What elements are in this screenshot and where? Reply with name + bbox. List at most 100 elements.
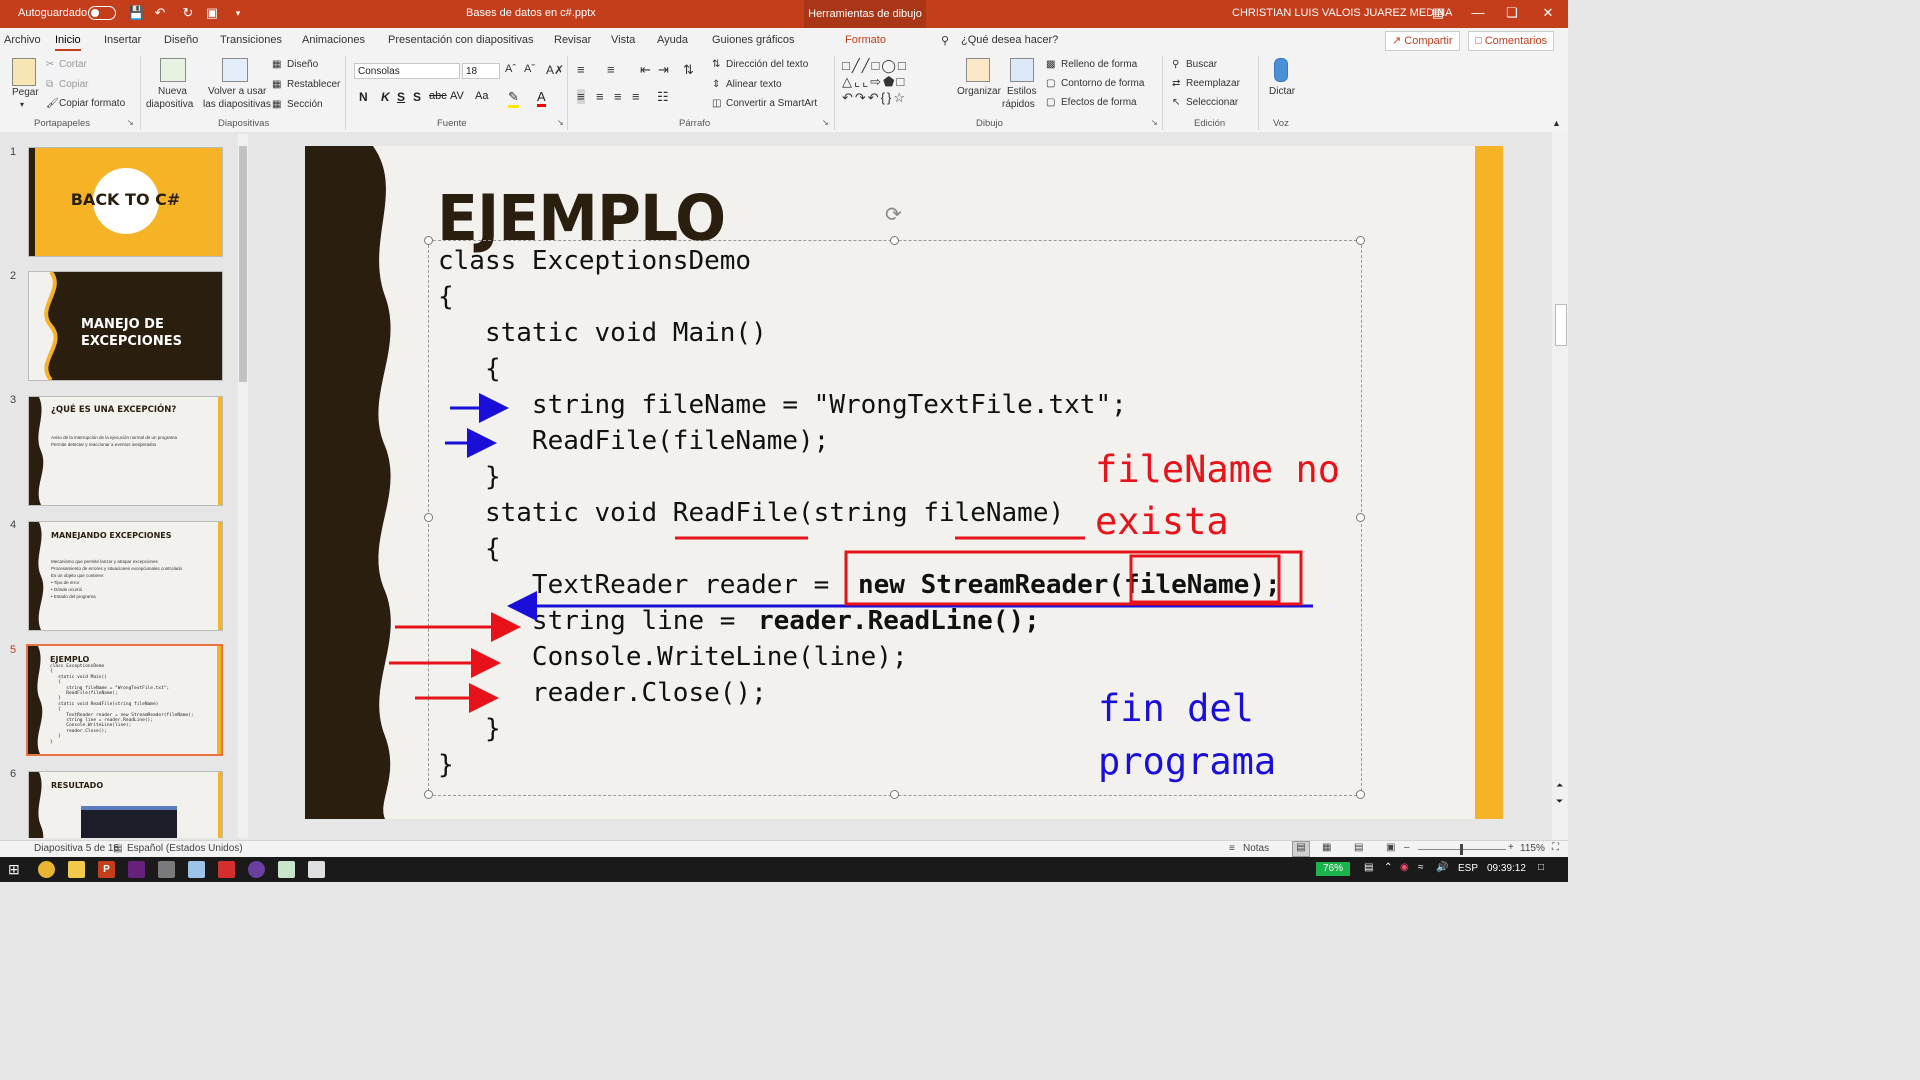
shape-fill-icon[interactable]: ▩ xyxy=(1046,59,1055,70)
network-icon[interactable]: ▤ xyxy=(1364,862,1373,873)
cut-label[interactable]: Cortar xyxy=(59,59,87,70)
select-icon[interactable]: ↖ xyxy=(1172,97,1180,108)
language-status[interactable]: Español (Estados Unidos) xyxy=(127,843,243,854)
wifi-icon[interactable]: ≈ xyxy=(1418,862,1424,873)
editor-scrollbar[interactable]: ⏶ ⏷ xyxy=(1552,132,1568,840)
italic-button[interactable]: K xyxy=(381,90,390,104)
shape-fill-label[interactable]: Relleno de forma xyxy=(1061,59,1137,70)
tab-ayuda[interactable]: Ayuda xyxy=(657,34,688,46)
dialog-launcher-icon[interactable]: ↘ xyxy=(1151,118,1158,127)
autosave-toggle[interactable] xyxy=(88,6,116,20)
bullets-icon[interactable]: ≡ xyxy=(577,62,585,77)
format-painter-icon[interactable]: 🖌 xyxy=(46,98,59,109)
input-language[interactable]: ESP xyxy=(1458,863,1478,874)
format-painter-label[interactable]: Copiar formato xyxy=(59,98,125,109)
replace-label[interactable]: Reemplazar xyxy=(1186,78,1240,89)
zoom-level[interactable]: 115% xyxy=(1520,843,1545,854)
app-tray-icon[interactable]: ◉ xyxy=(1400,862,1409,873)
close-icon[interactable]: ✕ xyxy=(1540,5,1556,21)
reading-view-icon[interactable]: ▤ xyxy=(1354,842,1363,853)
justify-icon[interactable]: ≡ xyxy=(632,89,640,104)
paste-label[interactable]: Pegar xyxy=(12,87,39,98)
scrollbar-thumb[interactable] xyxy=(239,146,247,382)
clear-format-icon[interactable]: A✗ xyxy=(546,63,564,77)
zoom-slider-thumb[interactable] xyxy=(1460,844,1463,855)
columns-icon[interactable]: ☷ xyxy=(657,89,669,105)
previous-slide-icon[interactable]: ⏶ xyxy=(1556,780,1563,791)
user-name[interactable]: CHRISTIAN LUIS VALOIS JUAREZ MEDINA xyxy=(1232,7,1452,19)
volume-icon[interactable]: 🔊 xyxy=(1436,862,1448,873)
dictate-label[interactable]: Dictar xyxy=(1269,86,1295,97)
shape-effects-label[interactable]: Efectos de forma xyxy=(1061,97,1137,108)
strikethrough-button[interactable]: abc xyxy=(429,90,447,102)
next-slide-icon[interactable]: ⏷ xyxy=(1556,796,1563,807)
tab-inicio[interactable]: Inicio xyxy=(55,34,81,51)
shape-outline-icon[interactable]: ▢ xyxy=(1046,78,1055,89)
reset-icon[interactable]: ▦ xyxy=(272,79,281,90)
zoom-out-icon[interactable]: – xyxy=(1404,842,1410,853)
visual-studio-icon[interactable] xyxy=(128,861,145,878)
section-label[interactable]: Sección xyxy=(287,99,323,110)
new-slide-label-1[interactable]: Nueva xyxy=(158,86,187,97)
ribbon-options-icon[interactable]: ▤ xyxy=(1430,5,1446,21)
minimize-icon[interactable]: — xyxy=(1470,5,1486,21)
battery-indicator[interactable]: 76% xyxy=(1316,862,1350,876)
shadow-button[interactable]: S xyxy=(413,90,421,104)
copy-icon[interactable]: ⧉ xyxy=(46,79,53,90)
quick-styles-label-1[interactable]: Estilos xyxy=(1007,86,1036,97)
thumbnails-scrollbar[interactable] xyxy=(238,134,248,838)
font-size-select[interactable]: 18 xyxy=(462,63,500,79)
scrollbar-thumb[interactable] xyxy=(1555,304,1567,346)
chevron-up-icon[interactable]: ⌃ xyxy=(1384,862,1392,873)
reset-label[interactable]: Restablecer xyxy=(287,79,340,90)
restore-icon[interactable]: ❏ xyxy=(1504,5,1520,21)
tab-revisar[interactable]: Revisar xyxy=(554,34,591,46)
increase-indent-icon[interactable]: ⇥ xyxy=(658,62,669,78)
paste-icon[interactable] xyxy=(12,58,36,86)
microphone-icon[interactable] xyxy=(1274,58,1288,82)
app-icon[interactable] xyxy=(188,861,205,878)
mail-icon[interactable] xyxy=(308,861,325,878)
red-box-filename[interactable] xyxy=(1129,554,1281,604)
change-case-button[interactable]: Aa xyxy=(475,90,488,102)
slide-canvas[interactable]: EJEMPLO ⟳ class ExceptionsDemo { static … xyxy=(305,146,1503,819)
smartart-icon[interactable]: ◫ xyxy=(712,98,721,109)
notes-button[interactable]: Notas xyxy=(1243,843,1269,854)
line-spacing-icon[interactable]: ⇅ xyxy=(683,62,694,78)
zoom-in-icon[interactable]: + xyxy=(1508,842,1514,853)
text-direction-label[interactable]: Dirección del texto xyxy=(726,59,808,70)
new-slide-icon[interactable] xyxy=(160,58,186,82)
tab-formato[interactable]: Formato xyxy=(845,34,886,46)
section-icon[interactable]: ▦ xyxy=(272,99,281,110)
shape-effects-icon[interactable]: ▢ xyxy=(1046,97,1055,108)
acrobat-icon[interactable] xyxy=(218,861,235,878)
slide-thumbnail-1[interactable]: BACK TO C# xyxy=(28,147,223,257)
chevron-down-icon[interactable]: ▾ xyxy=(20,100,24,109)
shape-outline-label[interactable]: Contorno de forma xyxy=(1061,78,1144,89)
collapse-ribbon-icon[interactable]: ▲ xyxy=(1552,118,1561,128)
font-color-icon[interactable]: A xyxy=(537,89,546,107)
reuse-slides-icon[interactable] xyxy=(222,58,248,82)
reuse-slides-label-2[interactable]: las diapositivas xyxy=(203,99,271,110)
shapes-gallery[interactable]: □╱╱□◯□ △⌞⌞⇨⬟□ ↶↷↶{}☆ xyxy=(842,58,952,110)
slide-thumbnail-5[interactable]: EJEMPLO class ExceptionsDemo { static vo… xyxy=(26,644,223,756)
layout-label[interactable]: Diseño xyxy=(287,59,318,70)
notes-icon[interactable]: ≡ xyxy=(1229,843,1235,854)
char-spacing-button[interactable]: AV xyxy=(450,90,464,102)
slide-thumbnail-4[interactable]: MANEJANDO EXCEPCIONES Mecanismo que perm… xyxy=(28,521,223,631)
bold-button[interactable]: N xyxy=(359,90,368,104)
dialog-launcher-icon[interactable]: ↘ xyxy=(127,118,134,127)
arrange-icon[interactable] xyxy=(966,58,990,82)
tab-diseno[interactable]: Diseño xyxy=(164,34,198,46)
spellcheck-icon[interactable]: ▤ xyxy=(113,843,122,854)
present-icon[interactable]: ▣ xyxy=(204,5,220,21)
layout-icon[interactable]: ▦ xyxy=(272,59,281,70)
text-direction-icon[interactable]: ⇅ xyxy=(712,59,720,70)
slide-thumbnail-2[interactable]: MANEJO DE EXCEPCIONES xyxy=(28,271,223,381)
chrome-icon[interactable] xyxy=(38,861,55,878)
highlight-icon[interactable]: ✎ xyxy=(508,89,519,108)
search-icon[interactable]: ⚲ xyxy=(941,34,949,47)
underline-button[interactable]: S xyxy=(397,90,405,104)
quick-styles-icon[interactable] xyxy=(1010,58,1034,82)
reuse-slides-label-1[interactable]: Volver a usar xyxy=(208,86,266,97)
